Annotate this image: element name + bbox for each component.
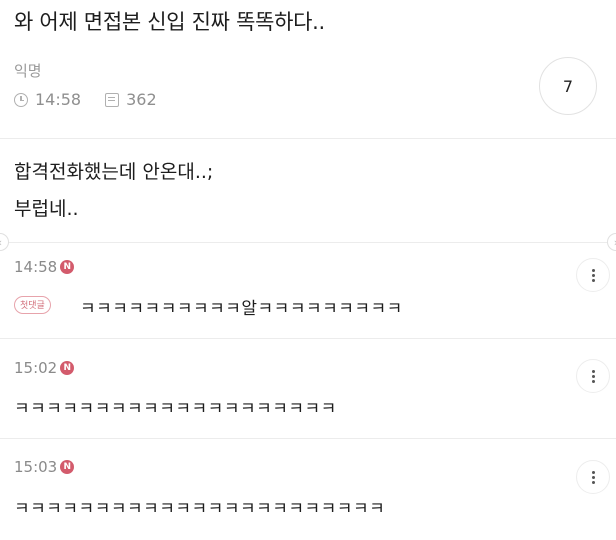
comment-more-button[interactable] bbox=[576, 258, 610, 292]
new-badge: N bbox=[60, 260, 75, 274]
divider bbox=[0, 242, 616, 243]
chevron-left-icon[interactable]: ‹ bbox=[0, 233, 9, 251]
first-comment-badge: 첫댓글 bbox=[14, 296, 51, 314]
comment-time: 15:02 N bbox=[14, 359, 75, 377]
more-vertical-icon bbox=[591, 273, 595, 277]
post-body-line: 합격전화했는데 안온대..; bbox=[14, 161, 214, 183]
comment-text: ㅋㅋㅋㅋㅋㅋㅋㅋㅋㅋㅋㅋㅋㅋㅋㅋㅋㅋㅋㅋ bbox=[14, 399, 337, 419]
post-views: 362 bbox=[126, 90, 157, 109]
comment-text: ㅋㅋㅋㅋㅋㅋㅋㅋㅋㅋㅋㅋㅋㅋㅋㅋㅋㅋㅋㅋㅋㅋㅋ bbox=[14, 499, 386, 519]
divider bbox=[0, 338, 616, 339]
chevron-right-icon[interactable]: › bbox=[607, 233, 616, 251]
new-badge: N bbox=[60, 460, 75, 474]
more-vertical-icon bbox=[591, 374, 595, 378]
more-vertical-icon bbox=[591, 475, 595, 479]
post-title: 와 어제 면접본 신입 진짜 똑똑하다.. bbox=[14, 10, 325, 34]
clock-icon bbox=[14, 92, 28, 107]
comment-time: 15:03 N bbox=[14, 458, 75, 476]
comment-time-text: 14:58 bbox=[14, 258, 58, 276]
comment-more-button[interactable] bbox=[576, 460, 610, 494]
comment-count-button[interactable]: 7 bbox=[539, 57, 597, 115]
comment-time-text: 15:03 bbox=[14, 458, 58, 476]
post-time: 14:58 bbox=[35, 90, 82, 109]
post-body-line: 부럽네.. bbox=[14, 198, 79, 220]
view-count-icon bbox=[105, 92, 120, 107]
new-badge: N bbox=[60, 361, 75, 375]
comment-more-button[interactable] bbox=[576, 359, 610, 393]
divider bbox=[0, 138, 616, 139]
post-author: 익명 bbox=[14, 62, 42, 80]
divider bbox=[0, 438, 616, 439]
comment-text: ㅋㅋㅋㅋㅋㅋㅋㅋㅋㅋ알ㅋㅋㅋㅋㅋㅋㅋㅋㅋ bbox=[80, 299, 403, 319]
comment-time-text: 15:02 bbox=[14, 359, 58, 377]
post-meta: 14:58 362 bbox=[14, 90, 157, 109]
comment-time: 14:58 N bbox=[14, 258, 75, 276]
